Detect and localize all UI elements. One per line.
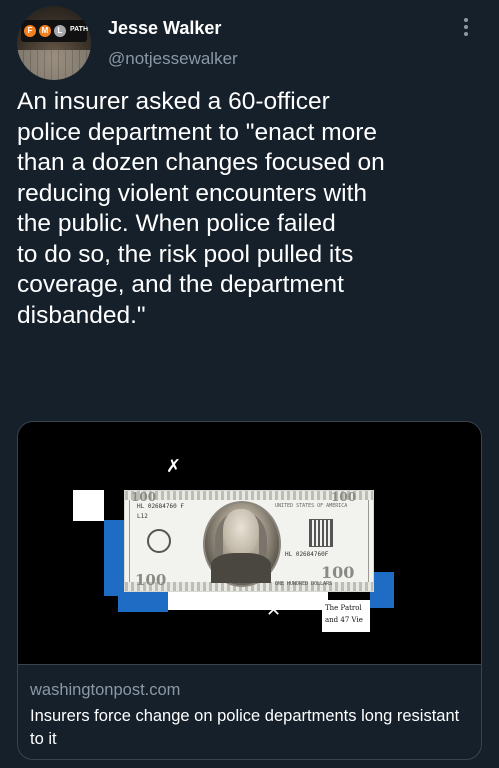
blue-block-under bbox=[118, 590, 168, 612]
tweet: F M L PATH Jesse Walker @notjessewalker … bbox=[0, 0, 499, 768]
more-vertical-icon[interactable] bbox=[463, 18, 469, 40]
bill-denomination-top-right: 100 bbox=[331, 490, 357, 504]
bill-portrait-face bbox=[223, 509, 259, 555]
bill-denomination-bottom-left: 100 bbox=[135, 571, 167, 589]
x-mark-bottom: ✕ bbox=[266, 600, 282, 621]
bill-denomination-top-left: 100 bbox=[131, 490, 157, 504]
avatar-sign-letter-f: F bbox=[24, 25, 36, 37]
avatar-sign-letter-l: L bbox=[54, 25, 66, 37]
card-meta[interactable]: washingtonpost.com Insurers force change… bbox=[18, 664, 481, 759]
bill-seal-right bbox=[309, 519, 333, 547]
author-handle[interactable]: @notjessewalker bbox=[108, 49, 238, 69]
receipt-scrap: The Patrol and 47 Vie bbox=[322, 600, 370, 632]
author-display-name[interactable]: Jesse Walker bbox=[108, 18, 221, 39]
bill-seal-left bbox=[147, 529, 171, 553]
card-image[interactable]: ✗ ✕ 100 100 HL 02684760 F L12 UNITED STA… bbox=[18, 422, 481, 664]
receipt-line-2: and 47 Vie bbox=[325, 616, 363, 624]
hundred-dollar-bill: 100 100 HL 02684760 F L12 UNITED STATES … bbox=[124, 490, 374, 592]
avatar[interactable]: F M L PATH bbox=[17, 6, 91, 80]
tweet-text: An insurer asked a 60-officer police dep… bbox=[17, 88, 385, 329]
avatar-sign-letter-m: M bbox=[39, 25, 51, 37]
bill-right-banner: UNITED STATES OF AMERICA bbox=[275, 503, 348, 509]
card-title: Insurers force change on police departme… bbox=[30, 707, 460, 748]
receipt-line-1: The Patrol bbox=[325, 604, 362, 612]
avatar-sign-path: PATH bbox=[70, 26, 89, 33]
bill-bottom-banner: ONE HUNDRED DOLLARS bbox=[275, 581, 333, 587]
bill-code: L12 bbox=[137, 513, 148, 520]
bill-serial-left: HL 02684760 F bbox=[137, 503, 184, 510]
bill-serial-right: HL 02684760F bbox=[285, 551, 329, 558]
link-card[interactable]: ✗ ✕ 100 100 HL 02684760 F L12 UNITED STA… bbox=[17, 421, 482, 760]
avatar-tiles bbox=[17, 50, 91, 80]
bill-denomination-right: 100 bbox=[321, 563, 355, 582]
x-mark-top: ✗ bbox=[166, 456, 182, 477]
card-domain: washingtonpost.com bbox=[30, 681, 181, 699]
white-square bbox=[73, 490, 104, 521]
white-strip bbox=[168, 590, 328, 610]
bill-portrait-coat bbox=[211, 553, 271, 583]
